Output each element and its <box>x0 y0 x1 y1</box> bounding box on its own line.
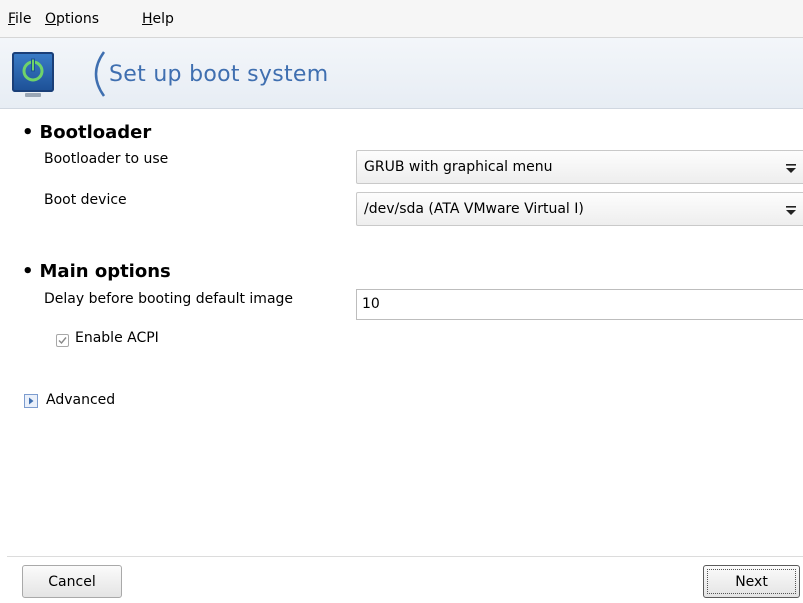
boot-device-label: Boot device <box>44 192 127 208</box>
checkmark-icon <box>58 337 67 345</box>
advanced-toggle[interactable]: Advanced <box>46 392 115 408</box>
power-monitor-icon <box>12 52 54 97</box>
page-header: Set up boot system <box>0 38 803 109</box>
bootloader-to-use-label: Bootloader to use <box>44 151 169 167</box>
page-title: Set up boot system <box>109 62 329 87</box>
delay-label: Delay before booting default image <box>44 291 294 307</box>
boot-device-select-value: /dev/sda (ATA VMware Virtual I) <box>364 201 584 217</box>
enable-acpi-label[interactable]: Enable ACPI <box>75 330 159 346</box>
header-divider-curve <box>94 51 106 97</box>
section-bootloader-title: • Bootloader <box>22 122 152 143</box>
menu-file[interactable]: File <box>8 11 31 27</box>
enable-acpi-checkbox[interactable] <box>56 334 69 347</box>
boot-device-select[interactable]: /dev/sda (ATA VMware Virtual I) <box>356 192 803 226</box>
expander-arrow-icon[interactable] <box>24 394 38 408</box>
delay-input[interactable] <box>362 296 762 312</box>
next-button[interactable]: Next <box>703 565 800 598</box>
section-main-options-title: • Main options <box>22 261 171 282</box>
bootloader-select[interactable]: GRUB with graphical menu <box>356 150 803 184</box>
dropdown-arrow-icon <box>786 164 796 173</box>
menu-options[interactable]: Options <box>45 11 99 27</box>
dropdown-arrow-icon <box>786 206 796 215</box>
menu-bar: File Options Help <box>0 0 803 38</box>
bootloader-select-value: GRUB with graphical menu <box>364 159 553 175</box>
delay-field[interactable] <box>356 289 803 320</box>
footer-divider <box>7 556 803 557</box>
menu-help[interactable]: Help <box>142 11 174 27</box>
cancel-button[interactable]: Cancel <box>22 565 122 598</box>
